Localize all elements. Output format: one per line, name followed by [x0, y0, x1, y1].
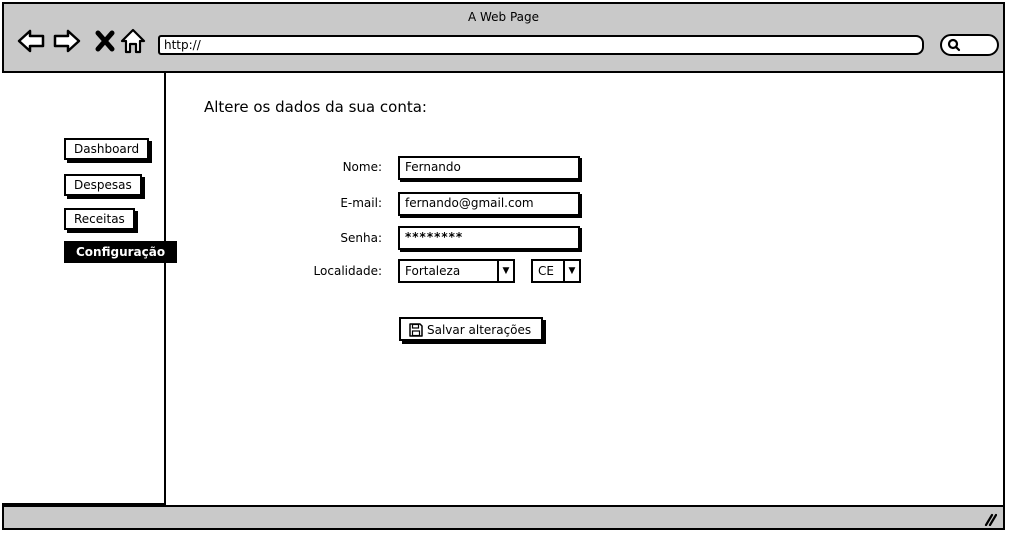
chevron-down-icon[interactable]: ▼	[563, 261, 579, 281]
name-label: Nome:	[342, 160, 382, 174]
password-field[interactable]: ********	[398, 226, 580, 250]
home-icon[interactable]	[118, 26, 148, 56]
email-label: E-mail:	[340, 196, 382, 210]
resize-grip-icon[interactable]	[983, 512, 997, 526]
save-button[interactable]: Salvar alterações	[399, 317, 544, 341]
state-select-value: CE	[538, 264, 554, 278]
search-icon	[947, 38, 961, 52]
save-button-label: Salvar alterações	[427, 323, 532, 337]
forward-arrow-icon[interactable]	[52, 26, 82, 56]
window-title: A Web Page	[467, 10, 540, 24]
browser-search-box[interactable]	[940, 34, 999, 56]
email-field[interactable]: fernando@gmail.com	[398, 192, 580, 216]
floppy-disk-icon	[409, 323, 423, 337]
sidebar-item-despesas[interactable]: Despesas	[64, 174, 142, 196]
chevron-down-icon[interactable]: ▼	[497, 261, 513, 281]
location-label: Localidade:	[313, 264, 382, 278]
url-input[interactable]: http://	[158, 35, 924, 55]
sidebar-item-receitas[interactable]: Receitas	[64, 208, 135, 230]
city-select[interactable]: Fortaleza ▼	[398, 259, 515, 283]
back-arrow-icon[interactable]	[16, 26, 46, 56]
browser-toolbar: A Web Page http://	[2, 2, 1005, 73]
close-icon[interactable]	[90, 26, 120, 56]
state-select[interactable]: CE ▼	[531, 259, 581, 283]
city-select-value: Fortaleza	[405, 264, 461, 278]
password-label: Senha:	[340, 231, 382, 245]
page-title: Altere os dados da sua conta:	[204, 98, 427, 116]
status-bar	[2, 505, 1005, 530]
sidebar-item-dashboard[interactable]: Dashboard	[64, 138, 150, 160]
name-field[interactable]: Fernando	[398, 156, 580, 180]
sidebar-item-configuracao[interactable]: Configuração	[64, 241, 178, 263]
